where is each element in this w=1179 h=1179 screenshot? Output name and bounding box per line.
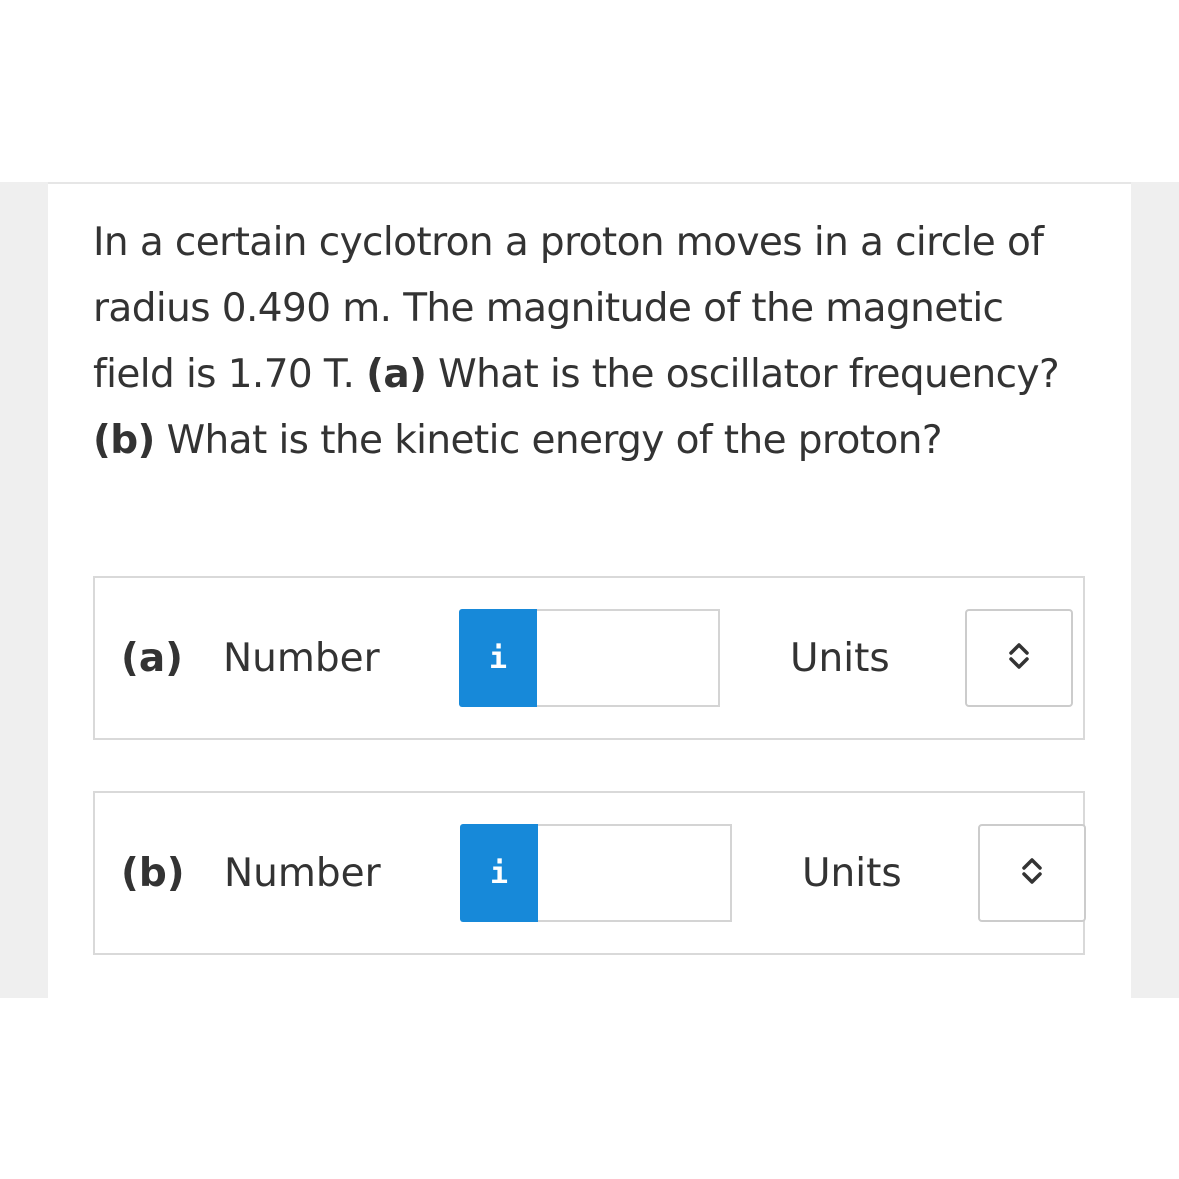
number-input-b[interactable] — [538, 824, 732, 922]
left-gutter — [0, 182, 48, 998]
answer-row-a: (a) Number i Units — [93, 576, 1085, 740]
question-part-b-tag: (b) — [93, 418, 155, 463]
number-label-b: Number — [224, 850, 381, 896]
units-label-a: Units — [790, 635, 890, 681]
number-input-a[interactable] — [537, 609, 720, 707]
info-icon[interactable]: i — [460, 824, 538, 922]
part-label-b: (b) — [121, 850, 185, 896]
right-gutter — [1131, 182, 1179, 998]
info-icon-glyph: i — [489, 855, 509, 891]
units-select-b[interactable] — [978, 824, 1086, 922]
info-icon-glyph: i — [488, 640, 508, 676]
question-part-a-text: What is the oscillator frequency? — [438, 352, 1060, 397]
answer-row-b: (b) Number i Units — [93, 791, 1086, 955]
units-label-b: Units — [802, 850, 902, 896]
part-label-a: (a) — [121, 635, 183, 681]
question-part-b-text: What is the kinetic energy of the proton… — [166, 418, 943, 463]
question-text: In a certain cyclotron a proton moves in… — [93, 210, 1093, 474]
question-part-a-tag: (a) — [366, 352, 427, 397]
chevron-up-down-icon — [1008, 641, 1030, 675]
info-icon[interactable]: i — [459, 609, 537, 707]
units-select-a[interactable] — [965, 609, 1073, 707]
chevron-up-down-icon — [1021, 856, 1043, 890]
number-label-a: Number — [223, 635, 380, 681]
